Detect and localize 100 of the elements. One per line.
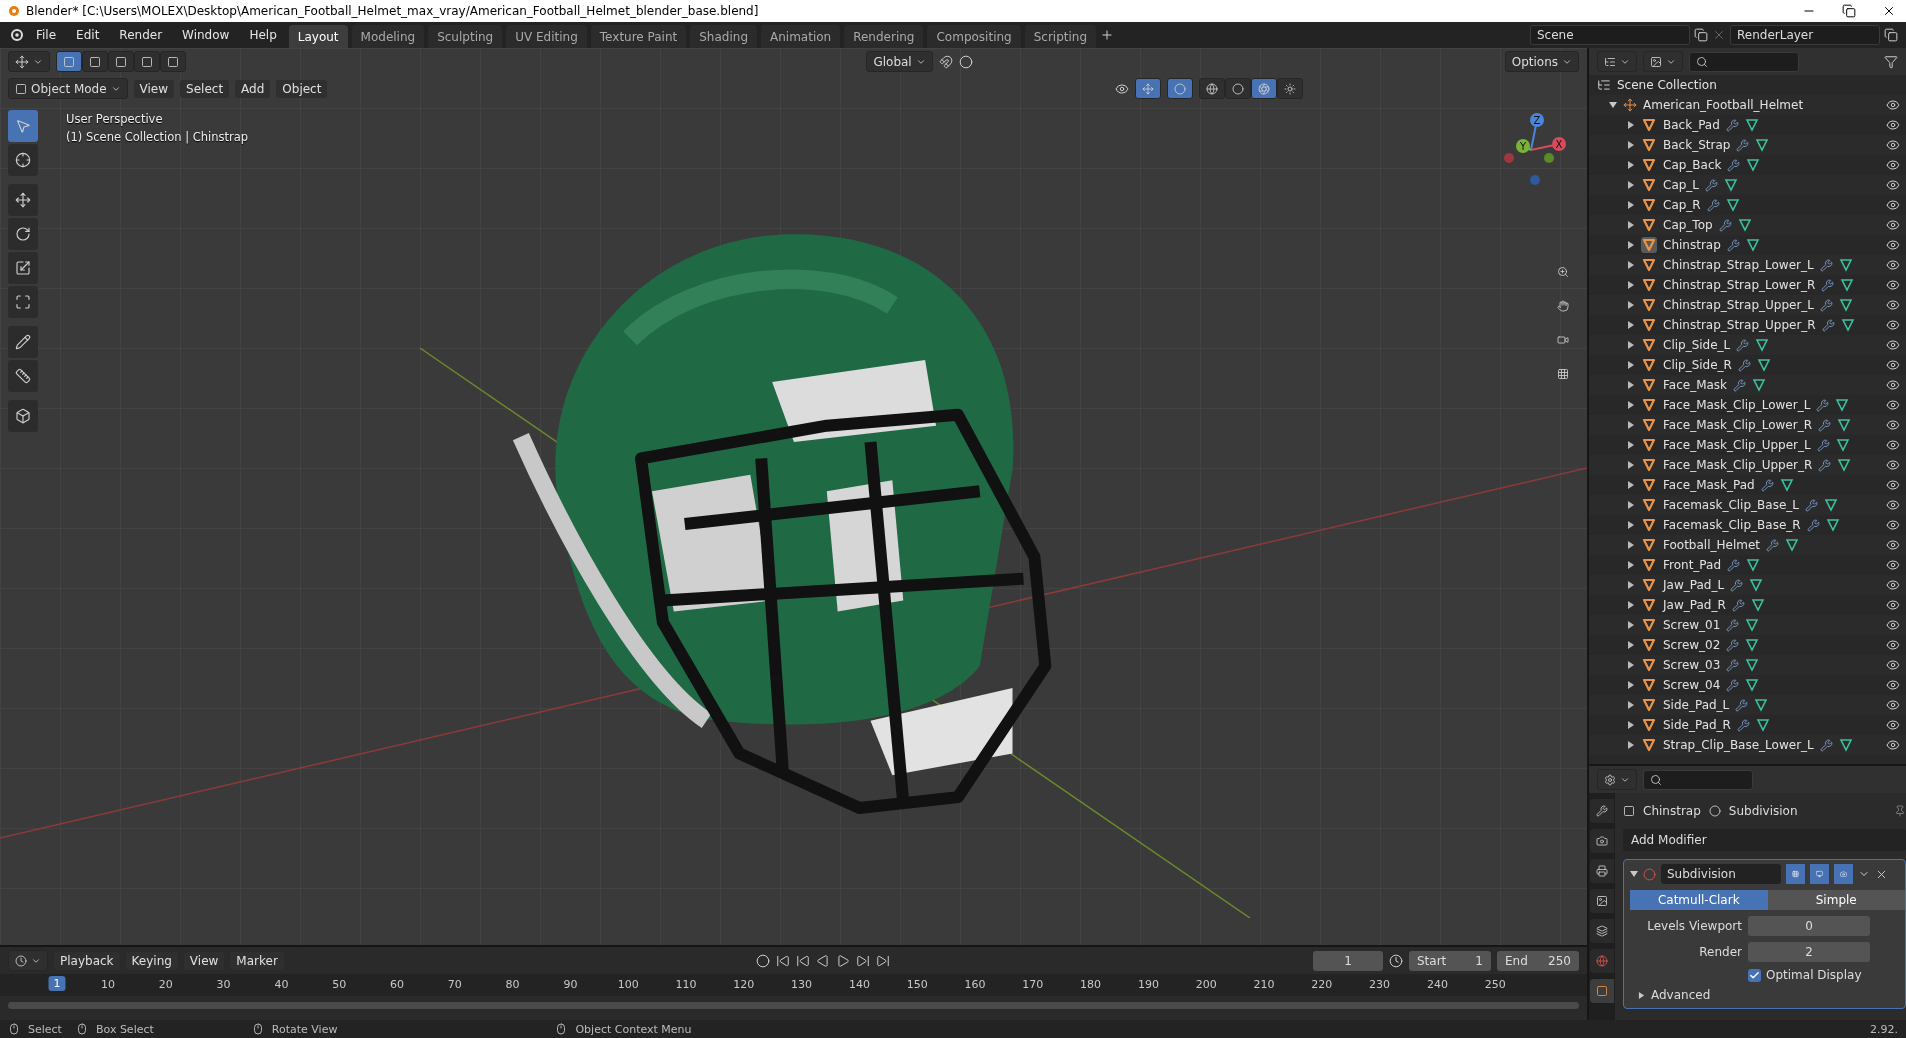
modifier-icon[interactable]	[1718, 218, 1732, 232]
mesh-data-icon[interactable]	[1756, 358, 1771, 372]
annotate-tool-icon[interactable]	[15, 334, 31, 350]
mode-dropdown[interactable]: Object Mode	[8, 78, 128, 99]
scrollbar[interactable]	[8, 1002, 1579, 1009]
orientation-dropdown[interactable]: Global	[866, 51, 933, 72]
visibility-icon[interactable]	[1886, 158, 1900, 172]
search-field[interactable]	[1643, 769, 1753, 790]
visibility-icon[interactable]	[1886, 258, 1900, 272]
mesh-data-icon[interactable]	[1755, 338, 1770, 352]
header-menu-item[interactable]: Add	[235, 79, 271, 98]
proportional-icon[interactable]	[958, 54, 973, 69]
negative-axis-handle[interactable]	[1544, 153, 1554, 163]
scene-tab-icon[interactable]	[1596, 924, 1608, 938]
view-layer-field[interactable]: RenderLayer	[1730, 25, 1880, 45]
grid-icon[interactable]	[1557, 366, 1569, 382]
mesh-data-icon[interactable]	[1823, 498, 1838, 512]
timeline-menu-item[interactable]: Marker	[230, 951, 284, 970]
modifier-icon[interactable]	[1727, 158, 1741, 172]
modifier-icon[interactable]	[1733, 378, 1747, 392]
modifier-toggle[interactable]	[1786, 864, 1805, 884]
outliner-item[interactable]: Face_Mask_Clip_Lower_L	[1663, 398, 1811, 412]
mesh-data-icon[interactable]	[1750, 598, 1765, 612]
shading-mode-button[interactable]	[1199, 78, 1225, 99]
outliner-item[interactable]: Chinstrap_Strap_Lower_R	[1663, 278, 1816, 292]
properties-tab[interactable]	[1590, 919, 1614, 943]
modifier-icon[interactable]	[1736, 718, 1750, 732]
mesh-data-icon[interactable]	[1835, 398, 1850, 412]
modifier-icon[interactable]	[1726, 238, 1740, 252]
pin-icon[interactable]	[1894, 805, 1906, 817]
modifier-icon[interactable]	[1820, 298, 1834, 312]
modifier-icon[interactable]	[1726, 618, 1740, 632]
workspace-tab[interactable]: Sculpting	[428, 25, 503, 49]
timeline-menu-item[interactable]: Keying	[125, 951, 178, 970]
render-tab-icon[interactable]	[1596, 834, 1608, 848]
tool-button[interactable]	[8, 360, 38, 392]
tool-button[interactable]	[8, 252, 38, 284]
visibility-icon[interactable]	[1886, 98, 1900, 112]
mesh-data-icon[interactable]	[1754, 698, 1769, 712]
header-menu-item[interactable]: Object	[276, 79, 328, 98]
modifier-icon[interactable]	[1816, 438, 1830, 452]
expand-arrow-icon[interactable]	[1627, 301, 1635, 309]
visibility-icon[interactable]	[1886, 278, 1900, 292]
duplicate-icon[interactable]	[1694, 28, 1708, 42]
outliner-item[interactable]: Screw_03	[1663, 658, 1721, 672]
visibility-icon[interactable]	[1886, 658, 1900, 672]
mesh-data-icon[interactable]	[1839, 298, 1854, 312]
subdivision-type-tab[interactable]: Catmull-Clark	[1630, 890, 1768, 910]
visibility-icon[interactable]	[1886, 238, 1900, 252]
timeline-menu-item[interactable]: View	[183, 951, 225, 970]
mesh-data-icon[interactable]	[1724, 178, 1739, 192]
properties-tab[interactable]	[1590, 889, 1614, 913]
workspace-tab[interactable]: Compositing	[927, 25, 1021, 49]
properties-tab[interactable]	[1590, 829, 1614, 853]
visibility-icon[interactable]	[1886, 698, 1900, 712]
outliner-item[interactable]: Face_Mask_Clip_Upper_L	[1663, 438, 1811, 452]
output-tab-icon[interactable]	[1596, 864, 1608, 878]
shading-icon[interactable]	[1206, 82, 1218, 95]
mesh-data-icon[interactable]	[1749, 578, 1764, 592]
expand-arrow-icon[interactable]	[1627, 241, 1635, 249]
overlay-toggle[interactable]	[1167, 78, 1193, 99]
outliner-item[interactable]: Face_Mask	[1663, 378, 1728, 392]
expand-arrow-icon[interactable]	[1627, 321, 1635, 329]
frame-ruler[interactable]: 1 10 20 30 40 50 60 70 80 90 100 110 120 130 140 150 160 170 180 190 200 210 220 230 240 250	[0, 974, 1587, 996]
outliner-item[interactable]: Side_Pad_R	[1663, 718, 1731, 732]
next-keyframe-icon[interactable]	[855, 953, 870, 968]
outliner-item[interactable]: Face_Mask_Clip_Lower_R	[1663, 418, 1812, 432]
snap-icon[interactable]	[938, 54, 953, 69]
expand-arrow-icon[interactable]	[1627, 221, 1635, 229]
editmode-icon[interactable]	[1792, 868, 1799, 880]
expand-arrow-icon[interactable]	[1627, 541, 1635, 549]
disclosure-triangle-icon[interactable]	[1630, 870, 1638, 878]
tool-button[interactable]	[8, 184, 38, 216]
start-frame-field[interactable]: Start 1	[1409, 950, 1491, 971]
modifier-icon[interactable]	[1726, 638, 1740, 652]
shading-mode-button[interactable]	[1251, 78, 1277, 99]
outliner-item[interactable]: Football_Helmet	[1663, 538, 1761, 552]
selection-box-icon[interactable]	[115, 55, 127, 68]
tool-button[interactable]	[8, 326, 38, 358]
axis-handle[interactable]: X	[1530, 137, 1566, 151]
modifier-icon[interactable]	[1735, 698, 1749, 712]
duplicate-icon[interactable]	[1884, 28, 1898, 42]
selection-box-icon[interactable]	[89, 55, 101, 68]
modifier-icon[interactable]	[1727, 558, 1741, 572]
outliner-item[interactable]: Front_Pad	[1663, 558, 1722, 572]
modifier-icon[interactable]	[1816, 398, 1830, 412]
search-icon[interactable]	[1696, 55, 1708, 68]
outliner-item[interactable]: Side_Pad_L	[1663, 698, 1730, 712]
expand-arrow-icon[interactable]	[1627, 581, 1635, 589]
menu-item[interactable]: File	[28, 25, 65, 45]
restore-icon[interactable]	[1842, 4, 1856, 18]
visibility-icon[interactable]	[1886, 478, 1900, 492]
visibility-icon[interactable]	[1886, 378, 1900, 392]
search-icon[interactable]	[1650, 773, 1662, 786]
visibility-icon[interactable]	[1886, 218, 1900, 232]
filter-icon[interactable]	[1884, 54, 1898, 69]
properties-tab[interactable]	[1590, 859, 1614, 883]
outliner-item[interactable]: Cap_Back	[1663, 158, 1722, 172]
negative-axis-handle[interactable]	[1504, 153, 1514, 163]
expand-arrow-icon[interactable]	[1627, 201, 1635, 209]
